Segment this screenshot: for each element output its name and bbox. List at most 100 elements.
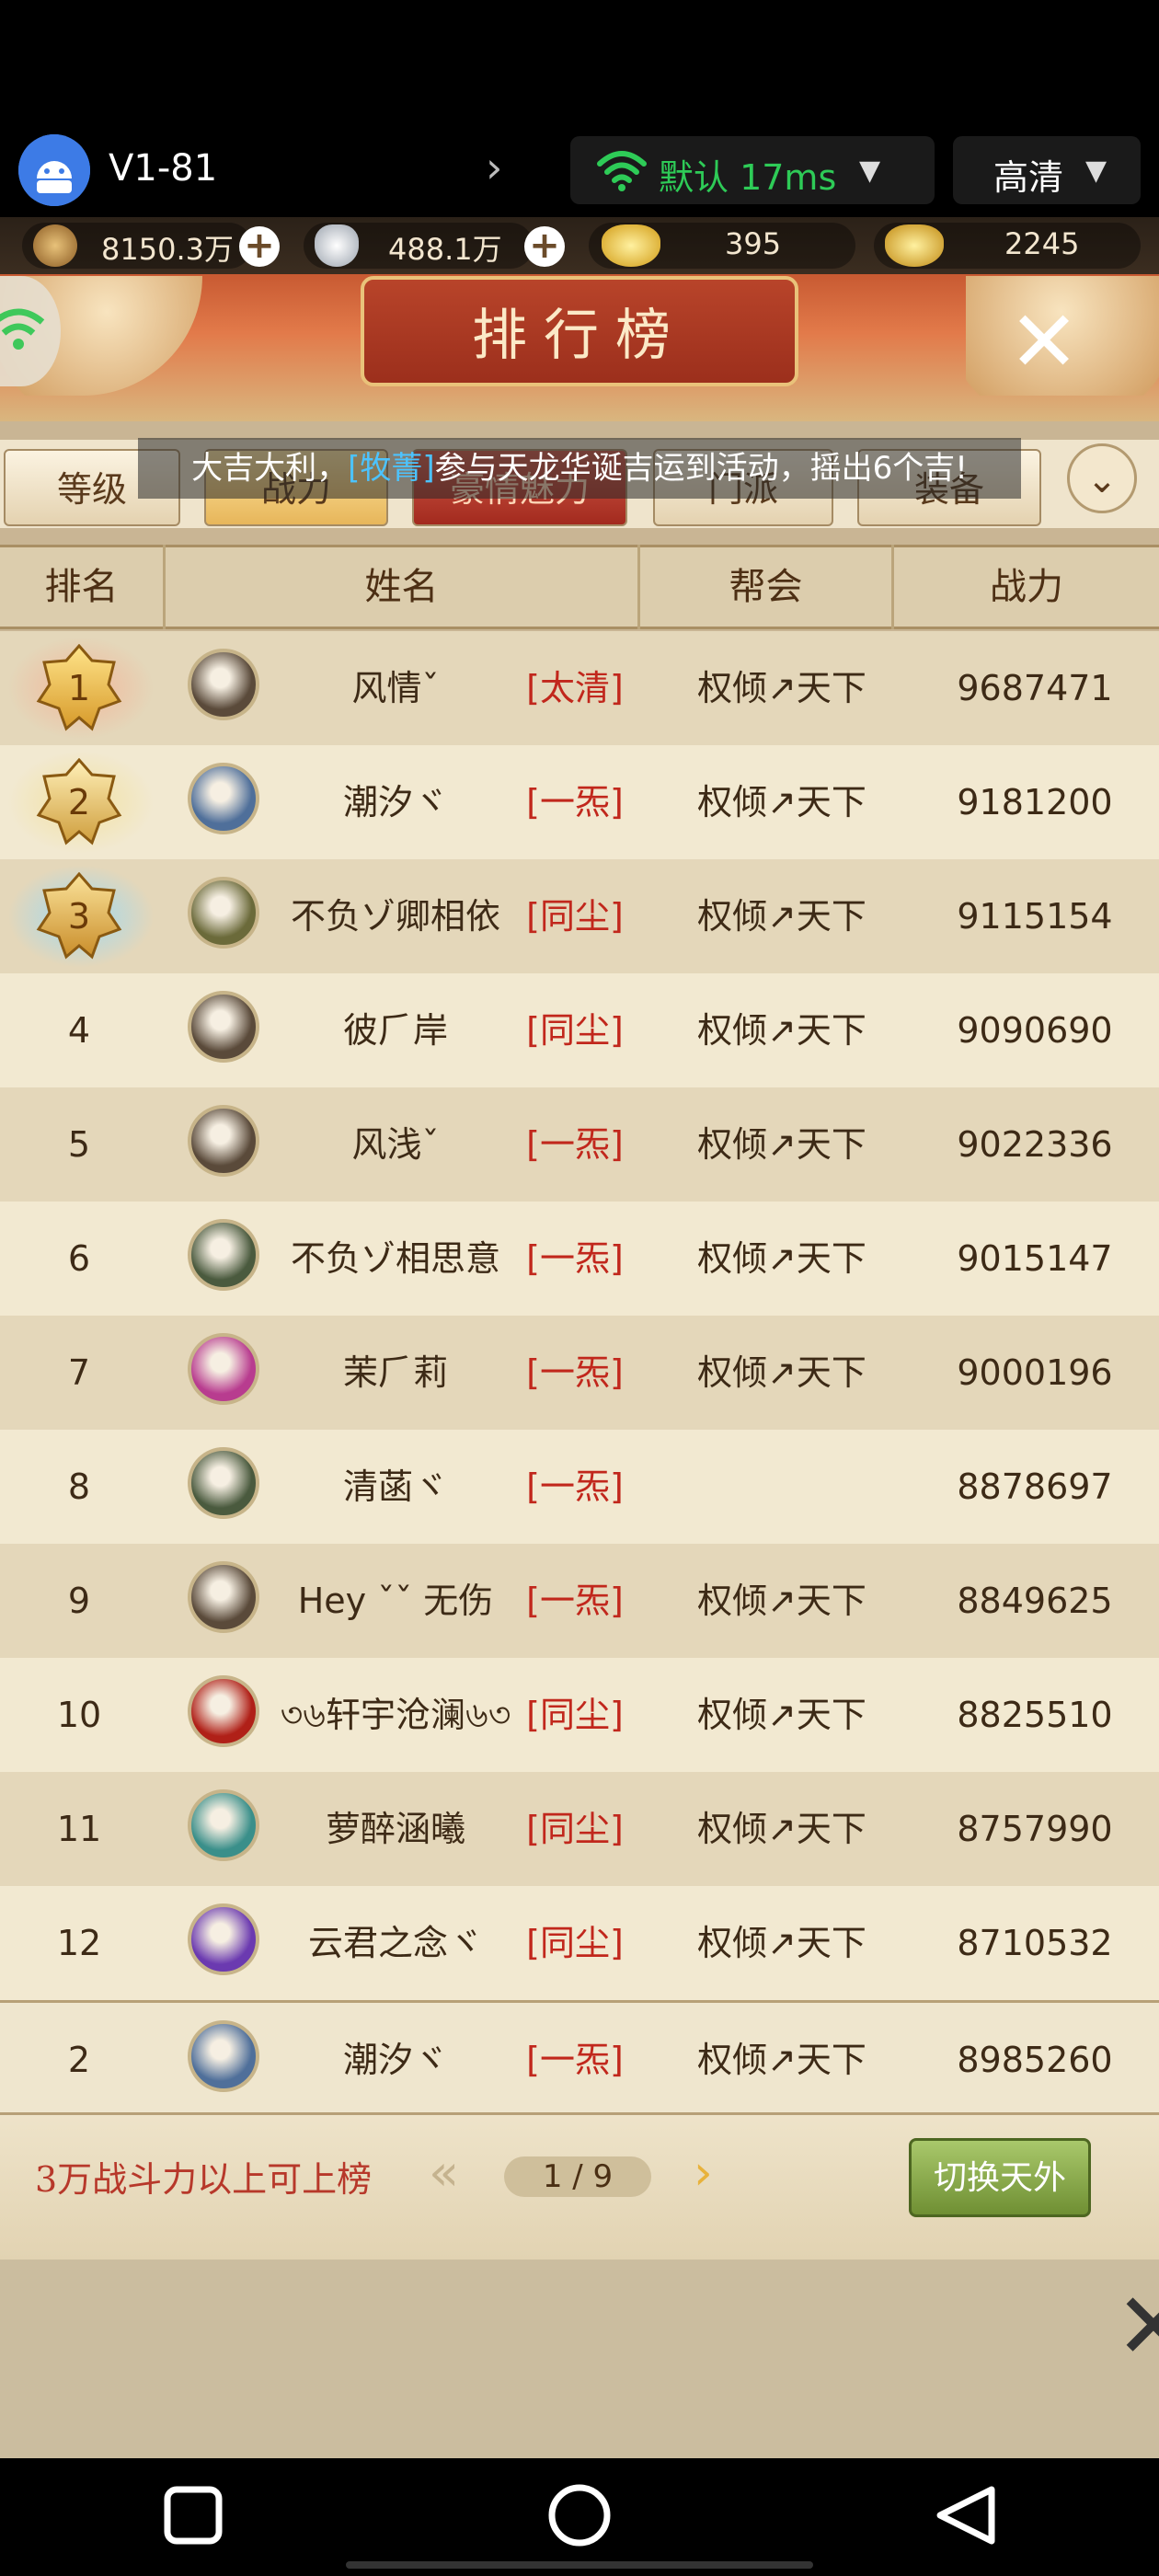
table-row[interactable]: 4 彼⺁岸 [同尘] 权倾↗天下 9090690 bbox=[0, 973, 1159, 1087]
silver-ingot-icon bbox=[315, 224, 359, 267]
school-tag: [同尘] bbox=[526, 1809, 624, 1849]
power-value: 8849625 bbox=[957, 1581, 1113, 1621]
announcement-suffix: 参与天龙华诞吉运到活动，摇出6个吉! bbox=[434, 450, 968, 487]
school-avatar-icon[interactable] bbox=[188, 1219, 259, 1291]
school-avatar-icon[interactable] bbox=[188, 1447, 259, 1519]
school-tag: [一炁] bbox=[526, 1124, 624, 1165]
add-silver-button[interactable]: + bbox=[524, 226, 565, 267]
school-tag: [一炁] bbox=[526, 782, 624, 822]
switch-realm-button[interactable]: 切换天外 bbox=[909, 2138, 1091, 2217]
network-label: 默认 17ms bbox=[659, 157, 837, 198]
guild-name[interactable]: 权倾↗天下 bbox=[644, 973, 920, 1087]
table-row[interactable]: 11 萝醉涵曦 [同尘] 权倾↗天下 8757990 bbox=[0, 1772, 1159, 1886]
school-avatar-icon[interactable] bbox=[188, 763, 259, 834]
add-copper-button[interactable]: + bbox=[239, 226, 280, 267]
player-name[interactable]: 风浅ˇ bbox=[276, 1087, 515, 1202]
school-tag: [一炁] bbox=[526, 1581, 624, 1621]
table-row[interactable]: 12 云君之念ヾ [同尘] 权倾↗天下 8710532 bbox=[0, 1886, 1159, 2000]
school-tag: [同尘] bbox=[526, 1010, 624, 1051]
school-avatar-icon[interactable] bbox=[188, 1789, 259, 1861]
power-value: 8757990 bbox=[957, 1809, 1113, 1849]
table-row[interactable]: 9 Hey ˇˇ 无伤 [一炁] 权倾↗天下 8849625 bbox=[0, 1544, 1159, 1658]
header-power: 战力 bbox=[990, 566, 1063, 608]
rank-number: 11 bbox=[56, 1809, 102, 1849]
my-rank-row[interactable]: 2 潮汐ヾ [一炁] 权倾↗天下 8985260 bbox=[0, 2000, 1159, 2114]
power-value: 9090690 bbox=[957, 1010, 1113, 1051]
player-name[interactable]: Hey ˇˇ 无伤 bbox=[276, 1544, 515, 1658]
home-button bbox=[548, 2484, 611, 2547]
guild-name[interactable]: 权倾↗天下 bbox=[644, 631, 920, 745]
table-row[interactable]: 8 清菡ヾ [一炁] 8878697 bbox=[0, 1430, 1159, 1544]
school-avatar-icon[interactable] bbox=[188, 877, 259, 949]
player-name[interactable]: 彼⺁岸 bbox=[276, 973, 515, 1087]
school-avatar-icon[interactable] bbox=[188, 1903, 259, 1975]
table-row[interactable]: 7 茉⺁莉 [一炁] 权倾↗天下 9000196 bbox=[0, 1316, 1159, 1430]
footer-note: 3万战斗力以上可上榜 bbox=[35, 2159, 373, 2200]
guild-name[interactable]: 权倾↗天下 bbox=[644, 745, 920, 859]
guild-name[interactable]: 权倾↗天下 bbox=[644, 1658, 920, 1772]
player-name[interactable]: 茉⺁莉 bbox=[276, 1316, 515, 1430]
close-button[interactable]: ✕ bbox=[993, 296, 1095, 388]
power-value: 8878697 bbox=[957, 1466, 1113, 1507]
player-name[interactable]: 不负ゾ相思意 bbox=[276, 1202, 515, 1316]
header-rank: 排名 bbox=[0, 545, 166, 629]
guild-name[interactable]: 权倾↗天下 bbox=[644, 859, 920, 973]
guild-name[interactable]: 权倾↗天下 bbox=[644, 1886, 920, 2000]
caret-down-icon: ▼ bbox=[1085, 155, 1107, 187]
guild-name[interactable]: 权倾↗天下 bbox=[644, 1772, 920, 1886]
school-avatar-icon[interactable] bbox=[188, 1561, 259, 1633]
school-avatar-icon[interactable] bbox=[188, 1333, 259, 1405]
table-row[interactable]: 3 不负ゾ卿相依 [同尘] 权倾↗天下 9115154 bbox=[0, 859, 1159, 973]
player-name[interactable]: 不负ゾ卿相依 bbox=[276, 859, 515, 973]
android-icon[interactable] bbox=[18, 134, 90, 206]
side-wifi-icon[interactable] bbox=[0, 276, 61, 386]
table-row[interactable]: 10 ৩৬轩宇沧澜৬৩ [同尘] 权倾↗天下 8825510 bbox=[0, 1658, 1159, 1772]
side-tool-icon[interactable]: ✕ bbox=[1115, 2272, 1159, 2383]
player-name[interactable]: ৩৬轩宇沧澜৬৩ bbox=[276, 1658, 515, 1772]
school-tag: [一炁] bbox=[526, 2040, 624, 2080]
school-tag: [同尘] bbox=[526, 1923, 624, 1963]
player-name[interactable]: 云君之念ヾ bbox=[276, 1886, 515, 2000]
guild-name[interactable]: 权倾↗天下 bbox=[644, 1202, 920, 1316]
table-row[interactable]: 2 潮汐ヾ [一炁] 权倾↗天下 9181200 bbox=[0, 745, 1159, 859]
next-page-button[interactable]: › bbox=[694, 2145, 713, 2201]
rank-number: 8 bbox=[67, 1466, 91, 1507]
guild-name[interactable]: 权倾↗天下 bbox=[644, 1316, 920, 1430]
school-avatar-icon[interactable] bbox=[188, 2020, 259, 2092]
guild-name[interactable]: 权倾↗天下 bbox=[644, 2003, 920, 2117]
rank-number: 2 bbox=[67, 2040, 91, 2080]
power-value: 9000196 bbox=[957, 1352, 1113, 1393]
player-name[interactable]: 清菡ヾ bbox=[276, 1430, 515, 1544]
school-avatar-icon[interactable] bbox=[188, 1675, 259, 1747]
power-value: 8985260 bbox=[957, 2040, 1113, 2080]
prev-page-button[interactable]: « bbox=[429, 2144, 459, 2202]
table-row[interactable]: 6 不负ゾ相思意 [一炁] 权倾↗天下 9015147 bbox=[0, 1202, 1159, 1316]
guild-name[interactable]: 权倾↗天下 bbox=[644, 1544, 920, 1658]
table-row[interactable]: 5 风浅ˇ [一炁] 权倾↗天下 9022336 bbox=[0, 1087, 1159, 1202]
school-avatar-icon[interactable] bbox=[188, 649, 259, 720]
chevron-down-icon[interactable]: ⌄ bbox=[1067, 443, 1137, 513]
chevron-right-icon[interactable]: › bbox=[486, 143, 502, 192]
player-name[interactable]: 萝醉涵曦 bbox=[276, 1772, 515, 1886]
rank-number: 12 bbox=[56, 1923, 102, 1963]
gesture-bar[interactable] bbox=[346, 2561, 813, 2569]
player-name[interactable]: 潮汐ヾ bbox=[276, 745, 515, 859]
announcement-prefix: 大吉大利， bbox=[191, 450, 349, 487]
header-name: 姓名 bbox=[166, 545, 640, 629]
school-avatar-icon[interactable] bbox=[188, 1105, 259, 1177]
school-tag: [太清] bbox=[526, 668, 624, 708]
school-tag: [同尘] bbox=[526, 1695, 624, 1735]
guild-name[interactable]: 权倾↗天下 bbox=[644, 1087, 920, 1202]
page-indicator: 1 / 9 bbox=[504, 2156, 651, 2197]
announcement-player[interactable]: [牧菁] bbox=[348, 450, 435, 487]
caret-down-icon: ▼ bbox=[859, 155, 881, 187]
player-name[interactable]: 潮汐ヾ bbox=[276, 2003, 515, 2117]
quality-label: 高清 bbox=[993, 157, 1064, 198]
header-guild: 帮会 bbox=[640, 545, 894, 629]
gold-ingot-icon bbox=[602, 224, 660, 267]
table-row[interactable]: 1 风情ˇ [太清] 权倾↗天下 9687471 bbox=[0, 631, 1159, 745]
resource-value: 395 bbox=[725, 226, 782, 261]
player-name[interactable]: 风情ˇ bbox=[276, 631, 515, 745]
school-avatar-icon[interactable] bbox=[188, 991, 259, 1063]
guild-name[interactable] bbox=[644, 1430, 920, 1544]
